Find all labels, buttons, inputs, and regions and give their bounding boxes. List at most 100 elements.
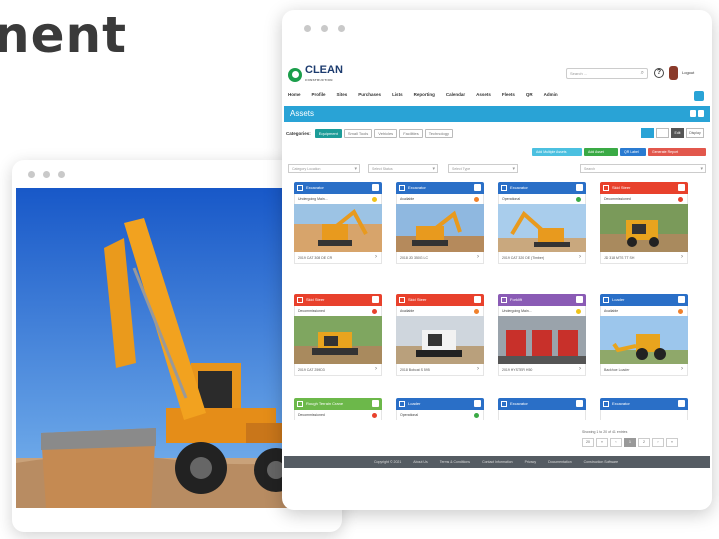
select-checkbox[interactable] — [576, 400, 583, 407]
condition-label: Operational — [400, 413, 419, 417]
menu-item-profile[interactable]: Profile — [312, 92, 326, 102]
add-multiple-assets-button[interactable]: Add Multiple Assets — [532, 148, 582, 156]
location-select[interactable]: Category Location — [288, 164, 360, 173]
select-checkbox[interactable] — [474, 296, 481, 303]
footer-link[interactable]: Contact Information — [482, 460, 513, 464]
select-checkbox[interactable] — [474, 400, 481, 407]
menu-item-qr[interactable]: QR — [526, 92, 533, 102]
asset-condition — [498, 410, 586, 420]
select-checkbox[interactable] — [576, 184, 583, 191]
asset-photo[interactable] — [294, 204, 382, 252]
chevron-right-icon[interactable]: › — [681, 366, 683, 372]
asset-card[interactable]: Skid Steer Decommissioned JD 318 MTS TT SH… — [600, 182, 688, 264]
chevron-right-icon[interactable]: › — [579, 254, 581, 260]
footer-link[interactable]: Construction Software — [584, 460, 618, 464]
grid-view-button[interactable] — [641, 128, 654, 138]
edit-button[interactable]: Edit — [671, 128, 684, 138]
chevron-right-icon[interactable]: › — [477, 366, 479, 372]
footer-link[interactable]: Terms & Conditions — [440, 460, 470, 464]
page-button[interactable]: « — [596, 438, 608, 447]
display-button[interactable]: Display — [686, 128, 704, 138]
asset-photo[interactable] — [600, 316, 688, 364]
select-checkbox[interactable] — [678, 184, 685, 191]
asset-card[interactable]: Excavator Operational 2019 CAT 320 DE (Tim… — [498, 182, 586, 264]
tab-facilities[interactable]: Facilities — [399, 128, 423, 138]
asset-card[interactable]: Excavator — [498, 398, 586, 420]
grid-search-input[interactable]: Search — [580, 164, 706, 173]
asset-photo[interactable] — [498, 316, 586, 364]
chevron-right-icon[interactable]: › — [375, 366, 377, 372]
footer-link[interactable]: Documentation — [548, 460, 572, 464]
menu-item-calendar[interactable]: Calendar — [446, 92, 465, 102]
asset-card[interactable]: Rough Terrain Crane Decommissioned — [294, 398, 382, 420]
asset-card[interactable]: Forklift Undergoing Main... 2019 HYSTER H5… — [498, 294, 586, 376]
help-icon[interactable]: ? — [654, 68, 664, 78]
app-logo[interactable]: CLEAN CONSTRUCTION — [288, 65, 343, 85]
menu-item-purchases[interactable]: Purchases — [358, 92, 381, 102]
page-button[interactable]: » — [666, 438, 678, 447]
select-checkbox[interactable] — [678, 400, 685, 407]
asset-photo[interactable] — [396, 316, 484, 364]
menu-item-assets[interactable]: Assets — [476, 92, 491, 102]
qr-label-button[interactable]: QR Label — [620, 148, 646, 156]
camera-icon[interactable] — [690, 110, 696, 117]
window-dot — [338, 24, 345, 32]
chevron-right-icon[interactable]: › — [579, 366, 581, 372]
menu-item-admin[interactable]: Admin — [544, 92, 558, 102]
select-checkbox[interactable] — [576, 296, 583, 303]
user-name[interactable]: Logout — [682, 70, 694, 75]
menu-item-sites[interactable]: Sites — [337, 92, 348, 102]
asset-card[interactable]: Loader Available Backhoe Loader › — [600, 294, 688, 376]
asset-card[interactable]: Excavator — [600, 398, 688, 420]
asset-type-header: Loader — [600, 294, 688, 306]
menu-item-lists[interactable]: Lists — [392, 92, 403, 102]
condition-dot — [576, 309, 581, 314]
settings-icon[interactable] — [698, 110, 704, 117]
status-select[interactable]: Select Status — [368, 164, 438, 173]
page-size-select[interactable]: 20 — [582, 438, 594, 447]
select-checkbox[interactable] — [372, 400, 379, 407]
window-dot — [43, 170, 50, 178]
page-button[interactable]: 2 — [638, 438, 650, 447]
tab-vehicles[interactable]: Vehicles — [374, 128, 398, 138]
asset-card[interactable]: Skid Steer Decommissioned 2019 CAT 259D3 › — [294, 294, 382, 376]
asset-photo[interactable] — [396, 204, 484, 252]
asset-card[interactable]: Excavator Available 2018 JD 350G LC › — [396, 182, 484, 264]
add-asset-button[interactable]: Add Asset — [584, 148, 618, 156]
asset-card[interactable]: Skid Steer Available 2018 Bobcat S 595 › — [396, 294, 484, 376]
type-select[interactable]: Select Type — [448, 164, 518, 173]
asset-photo[interactable] — [600, 204, 688, 252]
select-checkbox[interactable] — [678, 296, 685, 303]
select-checkbox[interactable] — [372, 184, 379, 191]
footer-link[interactable]: Privacy — [525, 460, 536, 464]
page-button[interactable]: › — [652, 438, 664, 447]
chevron-right-icon[interactable]: › — [477, 254, 479, 260]
select-checkbox[interactable] — [372, 296, 379, 303]
asset-condition: Operational — [396, 410, 484, 420]
menu-item-reporting[interactable]: Reporting — [414, 92, 435, 102]
asset-type-label: Excavator — [612, 401, 630, 406]
chevron-right-icon[interactable]: › — [681, 254, 683, 260]
page-button[interactable]: ‹ — [610, 438, 622, 447]
tab-technology[interactable]: Technology — [424, 128, 453, 138]
avatar[interactable] — [669, 66, 678, 80]
tab-small-tools[interactable]: Small Tools — [343, 128, 373, 138]
asset-card[interactable]: Excavator Undergoing Main... 2019 CAT 308 … — [294, 182, 382, 264]
asset-photo[interactable] — [294, 316, 382, 364]
logo-icon — [288, 68, 302, 82]
tag-icon — [297, 297, 303, 303]
menu-item-fleets[interactable]: Fleets — [502, 92, 515, 102]
chevron-right-icon[interactable]: › — [375, 254, 377, 260]
list-view-button[interactable] — [656, 128, 669, 138]
page-button[interactable]: 1 — [624, 438, 636, 447]
search-input[interactable]: Search ... ⌕ — [566, 68, 648, 79]
asset-card[interactable]: Loader Operational — [396, 398, 484, 420]
asset-condition: Decommissioned — [600, 194, 688, 204]
menu-item-home[interactable]: Home — [288, 92, 301, 102]
asset-photo[interactable] — [498, 204, 586, 252]
tab-equipment[interactable]: Equipment — [314, 128, 342, 138]
footer-link[interactable]: About Us — [413, 460, 427, 464]
select-checkbox[interactable] — [474, 184, 481, 191]
home-icon[interactable] — [694, 91, 704, 101]
generate-report-button[interactable]: Generate Report — [648, 148, 706, 156]
